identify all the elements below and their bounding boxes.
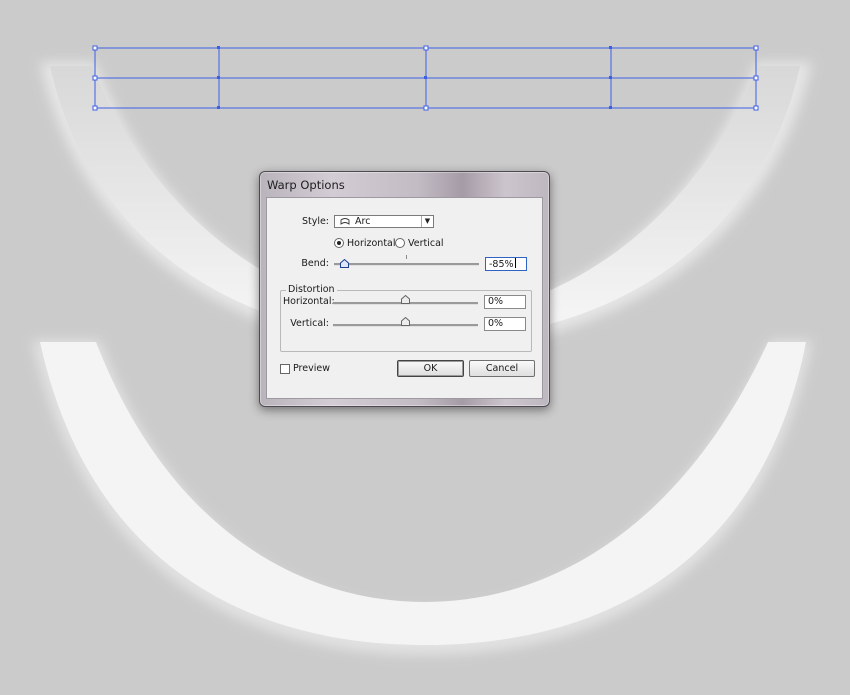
cancel-button[interactable]: Cancel — [469, 360, 535, 377]
bend-slider-thumb[interactable] — [340, 259, 350, 268]
preview-checkbox[interactable] — [280, 364, 290, 374]
dialog-body: Style: Arc ▼ Horizontal Vertical Bend: -… — [266, 197, 543, 399]
style-label: Style: — [301, 216, 329, 227]
vertical-radio[interactable] — [395, 238, 405, 248]
vertical-distortion-slider-thumb[interactable] — [401, 317, 410, 326]
chevron-down-icon[interactable]: ▼ — [421, 216, 433, 227]
distortion-group: Distortion Horizontal: 0% Vertical: 0% — [280, 284, 532, 352]
style-dropdown-value: Arc — [355, 216, 371, 227]
horizontal-distortion-label: Horizontal: — [283, 296, 335, 307]
vertical-distortion-label: Vertical: — [290, 318, 329, 329]
horizontal-distortion-input[interactable]: 0% — [484, 295, 526, 309]
horizontal-radio-label[interactable]: Horizontal — [347, 238, 396, 249]
horizontal-radio[interactable] — [334, 238, 344, 248]
style-dropdown[interactable]: Arc ▼ — [334, 215, 434, 228]
warp-options-dialog: Warp Options Style: Arc ▼ Horizontal Ver… — [259, 171, 550, 407]
preview-label[interactable]: Preview — [293, 363, 330, 374]
ok-button[interactable]: OK — [397, 360, 464, 377]
bend-input[interactable]: -85% — [485, 257, 527, 271]
vertical-radio-label[interactable]: Vertical — [408, 238, 444, 249]
vertical-distortion-input[interactable]: 0% — [484, 317, 526, 331]
horizontal-distortion-slider-thumb[interactable] — [401, 295, 410, 304]
text-caret — [514, 258, 516, 268]
bend-slider-track[interactable] — [334, 263, 479, 266]
bend-slider-center-tick — [406, 255, 407, 259]
arc-icon — [340, 218, 350, 225]
distortion-legend: Distortion — [286, 284, 337, 295]
dialog-title: Warp Options — [267, 178, 345, 192]
bend-label: Bend: — [301, 258, 329, 269]
